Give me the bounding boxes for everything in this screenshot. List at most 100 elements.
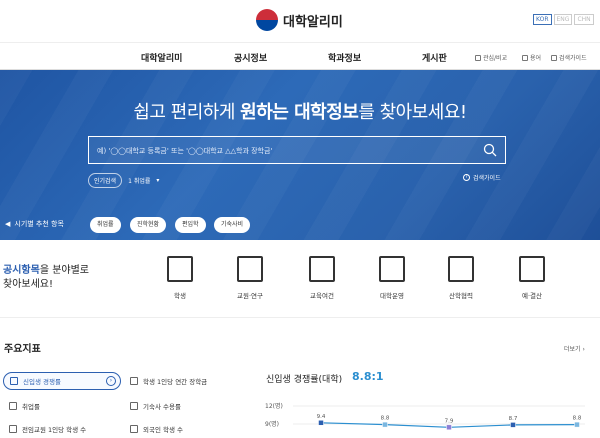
lang-kor[interactable]: KOR <box>533 14 552 25</box>
category-label: 교육여건 <box>310 292 334 300</box>
chevron-down-icon[interactable]: ▾ <box>156 177 159 184</box>
data-point[interactable] <box>318 420 324 426</box>
category-student[interactable]: 학생 <box>155 256 205 300</box>
nav-disclosure[interactable]: 공시정보 <box>234 51 267 64</box>
competition-line-chart: 12(명) 9(명) 9.4 8.8 7.9 8.7 8.8 <box>265 402 585 431</box>
dorm-icon <box>130 402 138 410</box>
kpi-label: 전임교원 1인당 학생 수 <box>22 426 87 434</box>
search-icon[interactable] <box>483 143 497 157</box>
kpi-employment[interactable]: 취업률 <box>9 397 40 415</box>
kpi-label: 취업률 <box>22 403 40 411</box>
data-point[interactable] <box>382 421 388 428</box>
popular-label: 인기검색 <box>88 173 123 188</box>
kpi-label: 신입생 경쟁률 <box>23 378 61 386</box>
kpi-scholarship[interactable]: 학생 1인당 연간 장학금 <box>130 372 207 390</box>
teacher-icon <box>9 425 17 433</box>
language-selector: KOR ENG CHN <box>533 14 594 25</box>
category-label: 교원·연구 <box>237 292 263 300</box>
book-icon <box>309 256 335 282</box>
monitor-icon <box>551 54 557 61</box>
chevron-right-icon: › <box>106 376 116 386</box>
site-logo[interactable]: 대학알리미 <box>256 9 343 31</box>
kpi-label: 학생 1인당 연간 장학금 <box>143 378 208 386</box>
kpi-foreign[interactable]: 외국인 학생 수 <box>130 420 183 438</box>
question-icon: ? <box>463 174 470 181</box>
data-label: 8.8 <box>381 416 390 422</box>
nav-department[interactable]: 학과정보 <box>328 51 361 64</box>
headline-part: 를 찾아보세요! <box>358 102 467 123</box>
kpi-label: 기숙사 수용률 <box>143 403 181 411</box>
data-label: 7.9 <box>445 418 454 424</box>
util-guide[interactable]: 검색가이드 <box>551 53 587 62</box>
building-icon <box>379 256 405 282</box>
category-label: 학생 <box>174 292 186 300</box>
category-title: 공시항목을 분야별로 찾아보세요! <box>3 264 89 292</box>
search-box[interactable]: 예) '◯◯대학교 등록금' 또는 '◯◯대학교 △△학과 장학금' <box>88 136 506 164</box>
category-operation[interactable]: 대학운영 <box>367 256 417 300</box>
category-industry[interactable]: 산학협력 <box>436 256 486 300</box>
lecture-board-icon <box>237 256 263 282</box>
data-label: 8.8 <box>573 416 582 422</box>
category-label: 산학협력 <box>449 292 473 300</box>
kpi-freshman-competition[interactable]: 신입생 경쟁률 › <box>3 372 121 390</box>
search-input[interactable]: 예) '◯◯대학교 등록금' 또는 '◯◯대학교 △△학과 장학금' <box>97 146 272 156</box>
data-point[interactable] <box>574 421 580 428</box>
kpi-dorm[interactable]: 기숙사 수용률 <box>130 397 181 415</box>
nav-board[interactable]: 게시판 <box>422 51 447 64</box>
hero-headline: 쉽고 편리하게 원하는 대학정보를 찾아보세요! <box>0 98 600 124</box>
taegeuk-emblem-icon <box>256 9 278 31</box>
popular-value[interactable]: 1 취업률 <box>128 176 150 185</box>
recommend-bar: ◀ 시기별 추천 항목 취업률 진학현황 편입학 기숙사비 <box>0 212 600 240</box>
indicators-section: 주요지표 더보기 › 신입생 경쟁률 › 학생 1인당 연간 장학금 취업률 기숙… <box>0 330 600 436</box>
category-label: 대학운영 <box>380 292 404 300</box>
chart-title: 신입생 경쟁률(대학) <box>266 375 343 385</box>
recommend-label: ◀ 시기별 추천 항목 <box>5 219 64 229</box>
book-icon <box>522 54 528 61</box>
util-glossary-label: 용어 <box>530 55 542 62</box>
util-guide-label: 검색가이드 <box>559 55 587 62</box>
site-header: 대학알리미 KOR ENG CHN <box>0 0 600 42</box>
logo-text: 대학알리미 <box>283 14 343 30</box>
lang-chn[interactable]: CHN <box>574 14 594 25</box>
util-glossary[interactable]: 용어 <box>522 53 541 62</box>
category-section: 공시항목을 분야별로 찾아보세요! 학생 교원·연구 교육여건 대학운영 산학협력… <box>0 240 600 318</box>
compare-icon <box>475 54 481 61</box>
nav-home[interactable]: 대학알리미 <box>141 51 182 64</box>
y-tick-label: 12(명) <box>265 402 283 410</box>
recommend-label-text: 시기별 추천 항목 <box>14 220 64 228</box>
student-card-icon <box>167 256 193 282</box>
kpi-label: 외국인 학생 수 <box>143 426 184 434</box>
headline-bold: 원하는 대학정보 <box>240 102 359 123</box>
data-label: 8.7 <box>509 416 518 422</box>
main-nav: 대학알리미 공시정보 학과정보 게시판 관심/비교 용어 검색가이드 <box>0 42 600 70</box>
chip-dorm[interactable]: 기숙사비 <box>214 217 251 233</box>
data-point[interactable] <box>510 422 516 428</box>
chart-summary-value: 8.8:1 <box>352 370 384 383</box>
search-guide-link[interactable]: ? 검색가이드 <box>463 173 501 182</box>
data-point[interactable] <box>446 424 452 431</box>
category-label: 예·결산 <box>521 292 542 300</box>
calculator-icon <box>519 256 545 282</box>
category-title-bold: 공시항목 <box>3 265 40 276</box>
guide-label: 검색가이드 <box>473 175 501 182</box>
chip-employment[interactable]: 취업률 <box>90 217 121 233</box>
kpi-faculty-ratio[interactable]: 전임교원 1인당 학생 수 <box>9 420 86 438</box>
briefcase-icon <box>9 402 17 410</box>
util-compare[interactable]: 관심/비교 <box>475 53 507 62</box>
category-education[interactable]: 교육여건 <box>297 256 347 300</box>
chip-advancement[interactable]: 진학현황 <box>130 217 167 233</box>
more-label: 더보기 <box>564 346 581 353</box>
globe-icon <box>130 425 138 433</box>
scholarship-icon <box>130 377 138 385</box>
lang-eng[interactable]: ENG <box>553 14 573 25</box>
megaphone-icon: ◀ <box>5 220 11 228</box>
monitor-icon <box>10 377 18 385</box>
y-tick-label: 9(명) <box>265 420 279 428</box>
category-budget[interactable]: 예·결산 <box>507 256 557 300</box>
indicators-title: 주요지표 <box>4 344 41 355</box>
more-link[interactable]: 더보기 › <box>564 344 585 353</box>
chip-transfer[interactable]: 편입학 <box>175 217 206 233</box>
briefcase-icon <box>448 256 474 282</box>
category-title-text: 을 분야별로 <box>39 265 89 276</box>
category-faculty[interactable]: 교원·연구 <box>225 256 275 300</box>
